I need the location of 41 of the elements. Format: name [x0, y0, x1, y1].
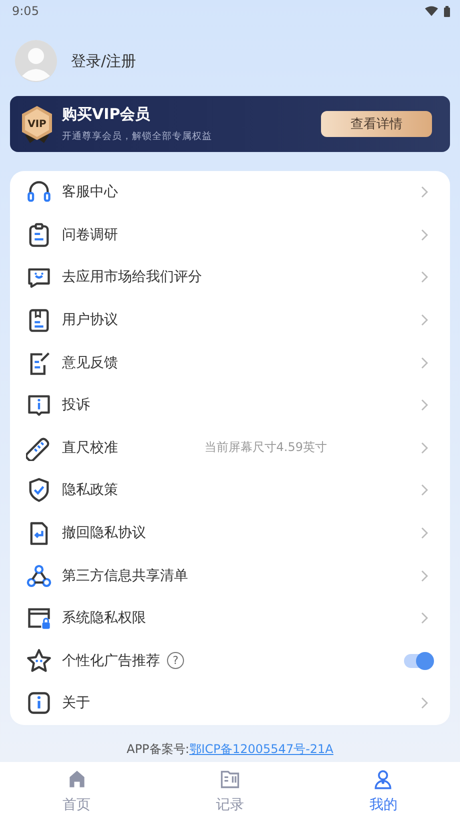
menu-item[interactable]: 系统隐私权限	[10, 596, 450, 640]
login-link[interactable]: 登录/注册	[71, 52, 136, 70]
menu-item[interactable]: 用户协议	[10, 298, 450, 342]
clock-time: 9:05	[12, 4, 39, 18]
filing-label: APP备案号:	[126, 740, 190, 758]
chevron-right-icon	[421, 442, 428, 454]
menu-item[interactable]: 客服中心	[10, 171, 450, 214]
menu-item[interactable]: 问卷调研	[10, 214, 450, 256]
chevron-right-icon	[421, 356, 428, 369]
chevron-right-icon	[421, 186, 428, 198]
chevron-right-icon	[421, 314, 428, 326]
screen-size-note: 当前屏幕尺寸4.59英寸	[204, 439, 327, 456]
star-face-icon	[26, 648, 52, 674]
battery-icon	[444, 6, 450, 16]
help-icon[interactable]: ?	[167, 652, 184, 670]
chevron-right-icon	[421, 228, 428, 241]
info-icon	[26, 690, 52, 716]
menu-item[interactable]: 意见反馈	[10, 341, 450, 384]
menu-item[interactable]: 关于	[10, 682, 450, 725]
vip-title: 购买VIP会员	[62, 105, 152, 124]
menu-item[interactable]: 隐私政策	[10, 469, 450, 512]
menu-item[interactable]: 第三方信息共享清单	[10, 554, 450, 597]
menu-item[interactable]: 投诉	[10, 384, 450, 427]
menu-item[interactable]: 直尺校准 当前屏幕尺寸4.59英寸	[10, 426, 450, 470]
share-nodes-icon	[26, 562, 52, 589]
person-icon	[372, 768, 394, 790]
tab[interactable]: 我的	[306, 762, 460, 819]
chevron-right-icon	[421, 484, 428, 496]
menu-item[interactable]: 个性化广告推荐 ?	[10, 640, 450, 682]
chevron-right-icon	[421, 271, 428, 284]
chevron-right-icon	[421, 399, 428, 412]
vip-subtitle: 开通尊享会员，解锁全部专属权益	[62, 130, 213, 143]
wifi-icon	[425, 6, 438, 16]
chevron-right-icon	[421, 527, 428, 540]
vip-badge: VIP	[20, 105, 54, 143]
chevron-right-icon	[421, 697, 428, 710]
chevron-right-icon	[421, 612, 428, 624]
chevron-right-icon	[421, 570, 428, 582]
menu-item[interactable]: 去应用市场给我们评分	[10, 256, 450, 299]
menu-item[interactable]: 撤回隐私协议	[10, 512, 450, 554]
view-details-button[interactable]: 查看详情	[321, 111, 432, 137]
